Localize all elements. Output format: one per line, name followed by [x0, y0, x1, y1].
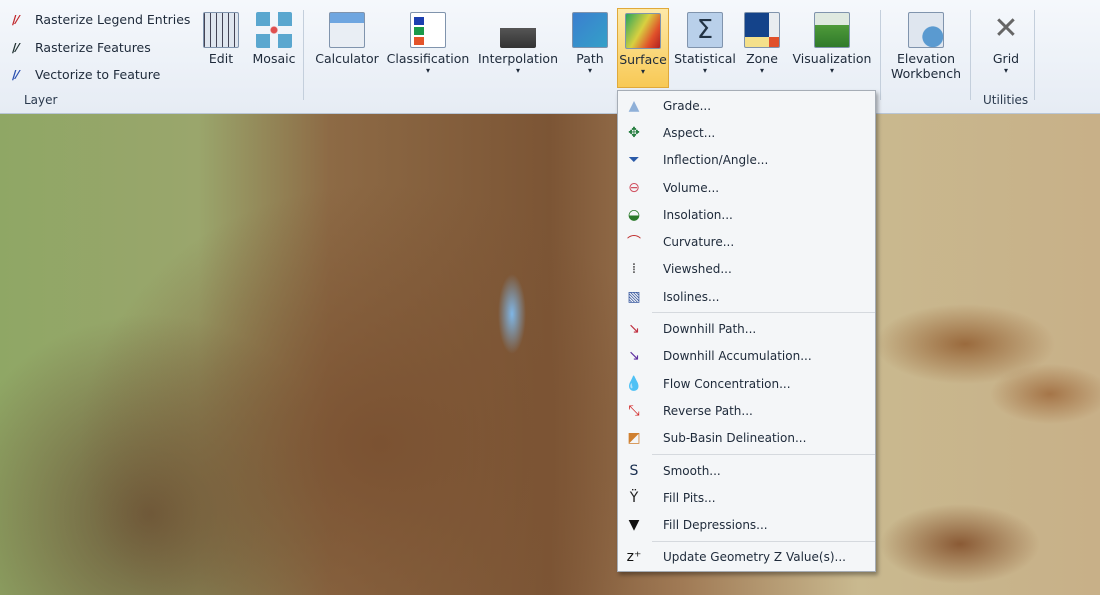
edit-button[interactable]: Edit [200, 8, 242, 88]
group-label-utilities: Utilities [983, 93, 1029, 107]
insolation-icon: ◒ [627, 206, 641, 223]
classification-icon [410, 12, 446, 48]
downhill-accumulation-icon: ↘ [628, 348, 640, 365]
inflection-icon: ⏷ [628, 152, 640, 169]
menu-item-volume[interactable]: ⊖ Volume... [618, 174, 875, 201]
visualization-button[interactable]: Visualization ▾ [788, 8, 876, 88]
surface-button[interactable]: Surface ▾ [617, 8, 669, 88]
reverse-path-icon: ⤡ [628, 402, 640, 419]
separator [303, 10, 304, 100]
interpolation-button[interactable]: Interpolation ▾ [474, 8, 562, 88]
calculator-icon [329, 12, 365, 48]
menu-item-fill-depressions[interactable]: ▼ Fill Depressions... [618, 511, 875, 538]
elevation-workbench-button[interactable]: Elevation Workbench [886, 8, 966, 88]
fill-depressions-icon: ▼ [628, 517, 640, 534]
rasterize-icon: /⁄ [12, 12, 19, 27]
menu-item-flow-concentration[interactable]: 💧 Flow Concentration... [618, 370, 875, 397]
group-label-layer: Layer [24, 93, 58, 107]
rasterize-features-button[interactable]: /⁄ Rasterize Features [12, 40, 151, 55]
interpolation-icon [500, 12, 536, 48]
path-button[interactable]: Path ▾ [568, 8, 612, 88]
zone-icon [744, 12, 780, 48]
sub-basin-icon: ◩ [627, 430, 641, 447]
viewshed-icon: ⁞ [631, 261, 637, 278]
curvature-icon: ⌒ [627, 235, 641, 252]
separator [880, 10, 881, 100]
surface-dropdown-menu: ▲ Grade... ✥ Aspect... ⏷ Inflection/Angle... ⊖… [617, 90, 876, 572]
downhill-path-icon: ↘ [628, 321, 640, 338]
rasterize-legend-entries-button[interactable]: /⁄ Rasterize Legend Entries [12, 12, 190, 27]
path-icon [572, 12, 608, 48]
grade-icon: ▲ [628, 97, 640, 114]
menu-item-insolation[interactable]: ◒ Insolation... [618, 201, 875, 228]
menu-item-smooth[interactable]: S Smooth... [618, 457, 875, 484]
landscape-icon [814, 12, 850, 48]
menu-item-grade[interactable]: ▲ Grade... [618, 92, 875, 119]
menu-item-curvature[interactable]: ⌒ Curvature... [618, 228, 875, 255]
menu-separator [652, 540, 875, 542]
fill-pits-icon: Ÿ [629, 489, 639, 506]
volume-icon: ⊖ [628, 179, 640, 196]
aspect-icon: ✥ [628, 124, 640, 141]
menu-item-downhill-path[interactable]: ↘ Downhill Path... [618, 315, 875, 342]
isolines-icon: ▧ [627, 288, 641, 305]
zone-button[interactable]: Zone ▾ [742, 8, 782, 88]
z-value-icon: z⁺ [626, 549, 642, 566]
separator [970, 10, 971, 100]
surface-icon [625, 13, 661, 49]
vectorize-to-feature-button[interactable]: /⁄ Vectorize to Feature [12, 67, 160, 82]
rasterize-icon: /⁄ [12, 40, 19, 55]
menu-item-reverse-path[interactable]: ⤡ Reverse Path... [618, 397, 875, 424]
menu-item-isolines[interactable]: ▧ Isolines... [618, 283, 875, 310]
smooth-icon: S [629, 462, 639, 479]
menu-item-inflection-angle[interactable]: ⏷ Inflection/Angle... [618, 147, 875, 174]
menu-item-fill-pits[interactable]: Ÿ Fill Pits... [618, 484, 875, 511]
sigma-icon: Σ [687, 12, 723, 48]
menu-item-sub-basin-delineation[interactable]: ◩ Sub-Basin Delineation... [618, 425, 875, 452]
separator [1034, 10, 1035, 100]
menu-item-aspect[interactable]: ✥ Aspect... [618, 119, 875, 146]
menu-separator [652, 453, 875, 455]
ribbon: /⁄ Rasterize Legend Entries /⁄ Rasterize F… [0, 0, 1100, 114]
statistical-button[interactable]: Σ Statistical ▾ [672, 8, 738, 88]
mosaic-icon [256, 12, 292, 48]
vectorize-icon: /⁄ [12, 67, 19, 82]
menu-item-downhill-accumulation[interactable]: ↘ Downhill Accumulation... [618, 343, 875, 370]
calculator-button[interactable]: Calculator [313, 8, 381, 88]
menu-item-viewshed[interactable]: ⁞ Viewshed... [618, 256, 875, 283]
flow-concentration-icon: 💧 [625, 375, 643, 392]
classification-button[interactable]: Classification ▾ [384, 8, 472, 88]
tools-icon: ✕ [993, 11, 1019, 46]
map-canvas[interactable] [0, 114, 1100, 595]
workbench-icon [908, 12, 944, 48]
menu-item-update-geometry-z-value-s[interactable]: z⁺ Update Geometry Z Value(s)... [618, 544, 875, 571]
grid-button[interactable]: ✕ Grid ▾ [982, 8, 1030, 88]
mosaic-button[interactable]: Mosaic [250, 8, 298, 88]
grid-edit-icon [203, 12, 239, 48]
menu-separator [652, 312, 875, 314]
